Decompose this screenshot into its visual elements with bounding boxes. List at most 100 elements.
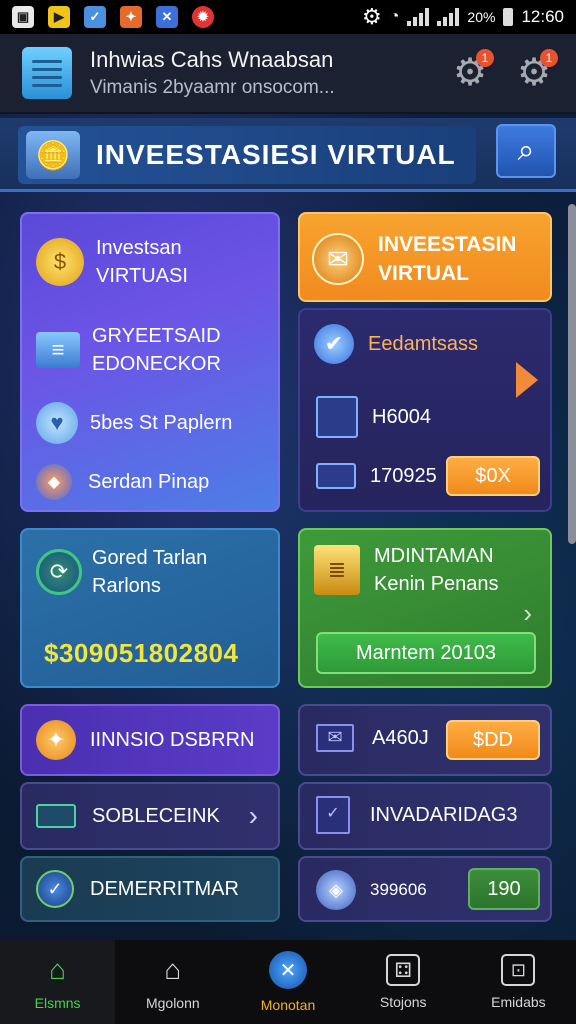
list-right-button-3[interactable]: 190 [468, 868, 540, 910]
orange-card-title-2: VIRTUAL [378, 262, 469, 285]
house-outline-icon: ⌂ [164, 954, 182, 985]
virtual-investment-banner-card[interactable]: ✉ INVEESTASIN VIRTUAL [298, 212, 552, 302]
bottom-nav: ⌂ Elsmns ⌂ Mgolonn ✕ Monotan ⚃ Stojons ⊡… [0, 940, 576, 1024]
bird-app-icon: ✕ [156, 6, 178, 28]
list-right-label-1: A460J [372, 727, 429, 749]
app-header: Inhwias Cahs Wnaabsan Vimanis 2byaamr on… [0, 34, 576, 114]
value-2: 170925 [370, 465, 437, 487]
list-right-label-2: INVADARIDAG3 [370, 804, 518, 826]
arrow-right-icon[interactable] [516, 362, 538, 398]
battery-icon [503, 8, 514, 26]
coins-icon: 🪙 [26, 131, 80, 179]
list-item[interactable]: ◆ Serdan Pinap [36, 464, 209, 500]
notification-badge: 1 [476, 49, 494, 67]
search-icon: ⌕ [517, 134, 535, 167]
balance-label: Eedamtsass [368, 333, 479, 355]
list-item[interactable]: ✓ INVADARIDAG3 [298, 782, 552, 850]
clock: 12:60 [521, 7, 564, 26]
list-right-label-3: 399606 [370, 880, 427, 899]
signal-icon-2 [437, 8, 460, 26]
list-item[interactable]: SOBLECEINK › [20, 782, 280, 850]
card-item-line-1b: EDONECKOR [92, 353, 221, 375]
coin-stack-icon: ≣ [314, 545, 360, 595]
home-icon: ⌂ [49, 954, 67, 985]
list-item[interactable]: ✉ A460J $DD [298, 704, 552, 776]
virtual-investment-card[interactable]: $ Investsan VIRTUASI ≡ GRYEETSAID EDONEC… [20, 212, 280, 512]
card-title-line-2: VIRTUASI [96, 265, 188, 287]
notification-badge-2: 1 [540, 49, 558, 67]
list-item[interactable]: ✦ IINNSIO DSBRRN [20, 704, 280, 776]
nav-label-3: Monotan [260, 997, 316, 1013]
list-item[interactable]: ◈ 399606 190 [298, 856, 552, 922]
portfolio-amount: $309051802804 [44, 638, 239, 668]
x-circle-icon: ✕ [269, 951, 307, 989]
card-icon [36, 804, 76, 828]
maintenance-title-2: Kenin Penans [374, 573, 499, 595]
box-icon: ⊡ [501, 954, 536, 986]
portfolio-card[interactable]: ⟳ Gored Tarlan Rarlons $309051802804 [20, 528, 280, 688]
chart-pin-icon: ◆ [36, 464, 72, 500]
nav-item-5[interactable]: ⊡ Emidabs [461, 940, 576, 1024]
signal-icon [407, 8, 430, 26]
list-right-button-1[interactable]: $DD [446, 720, 540, 760]
portfolio-title-2: Rarlons [92, 575, 161, 597]
gamepad-icon: ⚃ [386, 954, 421, 986]
alert-app-icon: ✹ [192, 6, 214, 28]
card-item-line-1a: GRYEETSAID [92, 325, 221, 347]
chevron-right-icon[interactable]: › [249, 800, 258, 832]
nav-label-2: Mgolonn [145, 995, 200, 1011]
gallery-icon: ▣ [12, 6, 34, 28]
maintenance-title-1: MDINTAMAN [374, 545, 494, 567]
calculator-icon [316, 396, 358, 438]
title-banner: 🪙 INVEESTASIESI VIRTUAL ⌕ [0, 118, 576, 192]
balance-card: ✔ Eedamtsass H6004 170925 $0X [298, 308, 552, 512]
nav-label-1: Elsmns [34, 995, 81, 1011]
nav-item-3[interactable]: ✕ Monotan [230, 940, 345, 1024]
nav-label-5: Emidabs [491, 994, 546, 1010]
compass-icon: ✦ [36, 720, 76, 760]
check-app-icon: ✓ [84, 6, 106, 28]
envelope-star-icon: ✉ [312, 233, 364, 285]
maintenance-button-label: Marntem 20103 [355, 641, 497, 664]
card-title-line-1: Investsan [96, 237, 182, 259]
nav-item-4[interactable]: ⚃ Stojons [346, 940, 461, 1024]
list-item[interactable]: ♥ 5bes St Paplern [36, 402, 232, 444]
chevron-right-icon[interactable]: › [523, 598, 532, 629]
page-title: INVEESTASIESI VIRTUAL [96, 139, 456, 170]
value-1: H6004 [372, 406, 431, 428]
maintenance-card[interactable]: ≣ MDINTAMAN Kenin Penans › Marntem 20103 [298, 528, 552, 688]
check-shield-icon: ✔ [314, 324, 354, 364]
maintenance-button[interactable]: Marntem 20103 [316, 632, 536, 674]
settings-status-icon: ⚙ [362, 4, 382, 29]
check-circle-icon: ✓ [36, 870, 74, 908]
game-app-icon: ✦ [120, 6, 142, 28]
wifi-icon: ◔ [389, 8, 400, 25]
dollar-coin-icon: $ [36, 238, 84, 286]
header-title: Inhwias Cahs Wnaabsan [90, 47, 334, 72]
nav-item-2[interactable]: ⌂ Mgolonn [115, 940, 230, 1024]
battery-text: 20% [467, 9, 496, 25]
heart-icon: ♥ [36, 402, 78, 444]
list-item[interactable]: ✓ DEMERRITMAR [20, 856, 280, 922]
settings-gear-button[interactable]: ⚙ 1 [450, 49, 494, 93]
scrollbar[interactable] [568, 204, 576, 544]
portfolio-title-1: Gored Tarlan [92, 547, 208, 569]
nav-label-4: Stojons [379, 994, 427, 1010]
settings-gear-button-2[interactable]: ⚙ 1 [514, 49, 558, 93]
search-button[interactable]: ⌕ [496, 124, 556, 178]
header-subtitle: Vimanis 2byaamr onsocom... [90, 77, 335, 98]
amount-button[interactable]: $0X [446, 456, 540, 496]
refresh-chart-icon: ⟳ [36, 549, 82, 595]
document-check-icon: ✓ [316, 796, 350, 834]
list-left-label-1: IINNSIO DSBRRN [90, 729, 255, 751]
card-item-3: Serdan Pinap [88, 471, 210, 493]
orange-card-title-1: INVEESTASIN [378, 233, 517, 256]
play-icon: ▶ [48, 6, 70, 28]
cash-stack-icon: ≡ [36, 332, 80, 368]
card-icon [316, 463, 356, 489]
document-icon [22, 47, 72, 99]
list-left-label-3: DEMERRITMAR [90, 878, 239, 900]
nav-item-home[interactable]: ⌂ Elsmns [0, 940, 116, 1024]
mail-icon: ✉ [316, 724, 354, 752]
card-item-2: 5bes St Paplern [90, 412, 233, 434]
